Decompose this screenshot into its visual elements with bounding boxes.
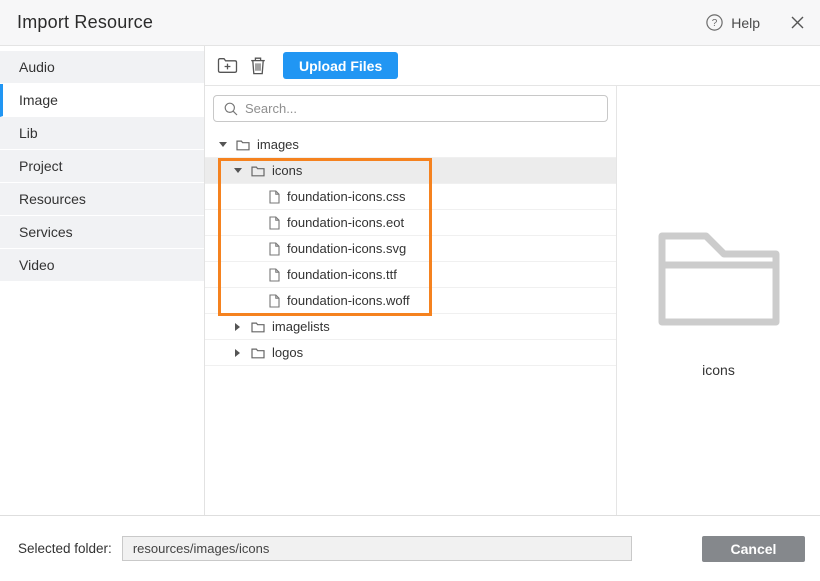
sidebar-item-services[interactable]: Services <box>0 216 204 249</box>
folder-icon <box>251 321 265 333</box>
file-icon <box>269 268 280 282</box>
caret-right-icon[interactable] <box>233 323 242 331</box>
close-button[interactable] <box>791 16 804 29</box>
page-title: Import Resource <box>17 12 153 33</box>
tree-row-label: images <box>257 137 299 152</box>
tree-row-file[interactable]: foundation-icons.css <box>205 184 616 210</box>
tree-row-label: icons <box>272 163 302 178</box>
category-sidebar: Audio Image Lib Project Resources Servic… <box>0 46 205 515</box>
upload-files-button[interactable]: Upload Files <box>283 52 398 79</box>
question-circle-icon: ? <box>706 14 723 31</box>
tree-row-imagelists[interactable]: imagelists <box>205 314 616 340</box>
folder-icon <box>251 347 265 359</box>
search-input[interactable] <box>213 95 608 122</box>
sidebar-item-lib[interactable]: Lib <box>0 117 204 150</box>
sidebar-item-label: Project <box>19 158 63 174</box>
caret-right-icon[interactable] <box>233 349 242 357</box>
svg-text:?: ? <box>712 18 718 29</box>
tree-row-file[interactable]: foundation-icons.woff <box>205 288 616 314</box>
tree-row-label: logos <box>272 345 303 360</box>
tree-row-logos[interactable]: logos <box>205 340 616 366</box>
preview-folder-name: icons <box>702 362 735 378</box>
help-label: Help <box>731 15 760 31</box>
toolbar: Upload Files <box>205 46 820 86</box>
file-tree: images icons foundation-icons.css <box>205 132 616 515</box>
file-icon <box>269 190 280 204</box>
selected-folder-input[interactable] <box>122 536 632 561</box>
sidebar-item-label: Services <box>19 224 73 240</box>
tree-row-label: imagelists <box>272 319 330 334</box>
tree-row-label: foundation-icons.eot <box>287 215 404 230</box>
cancel-button[interactable]: Cancel <box>702 536 805 562</box>
tree-row-file[interactable]: foundation-icons.svg <box>205 236 616 262</box>
help-button[interactable]: ? Help <box>706 14 760 31</box>
sidebar-item-image[interactable]: Image <box>0 84 204 117</box>
add-folder-icon <box>217 57 238 74</box>
preview-panel: icons <box>617 86 820 515</box>
tree-row-images[interactable]: images <box>205 132 616 158</box>
sidebar-item-label: Resources <box>19 191 86 207</box>
dialog-footer: Selected folder: Cancel <box>0 515 820 581</box>
file-icon <box>269 242 280 256</box>
tree-row-label: foundation-icons.ttf <box>287 267 397 282</box>
sidebar-item-label: Video <box>19 257 55 273</box>
sidebar-item-label: Image <box>19 92 58 108</box>
close-icon <box>791 16 804 29</box>
delete-icon <box>250 57 266 75</box>
import-resource-dialog: Import Resource ? Help <box>0 0 820 581</box>
dialog-header: Import Resource ? Help <box>0 0 820 46</box>
caret-down-icon[interactable] <box>218 142 227 147</box>
selected-folder-label: Selected folder: <box>18 541 112 556</box>
sidebar-item-resources[interactable]: Resources <box>0 183 204 216</box>
sidebar-item-label: Lib <box>19 125 38 141</box>
tree-row-label: foundation-icons.woff <box>287 293 410 308</box>
tree-row-label: foundation-icons.svg <box>287 241 406 256</box>
tree-row-file[interactable]: foundation-icons.eot <box>205 210 616 236</box>
file-icon <box>269 294 280 308</box>
file-tree-panel: images icons foundation-icons.css <box>205 86 617 515</box>
tree-row-icons[interactable]: icons <box>205 158 616 184</box>
caret-down-icon[interactable] <box>233 168 242 173</box>
tree-row-file[interactable]: foundation-icons.ttf <box>205 262 616 288</box>
sidebar-item-video[interactable]: Video <box>0 249 204 282</box>
folder-icon <box>251 165 265 177</box>
delete-button[interactable] <box>245 54 271 78</box>
folder-icon <box>658 232 780 326</box>
file-icon <box>269 216 280 230</box>
tree-row-label: foundation-icons.css <box>287 189 406 204</box>
sidebar-item-audio[interactable]: Audio <box>0 51 204 84</box>
sidebar-item-project[interactable]: Project <box>0 150 204 183</box>
add-folder-button[interactable] <box>214 54 240 78</box>
folder-icon <box>236 139 250 151</box>
sidebar-item-label: Audio <box>19 59 55 75</box>
